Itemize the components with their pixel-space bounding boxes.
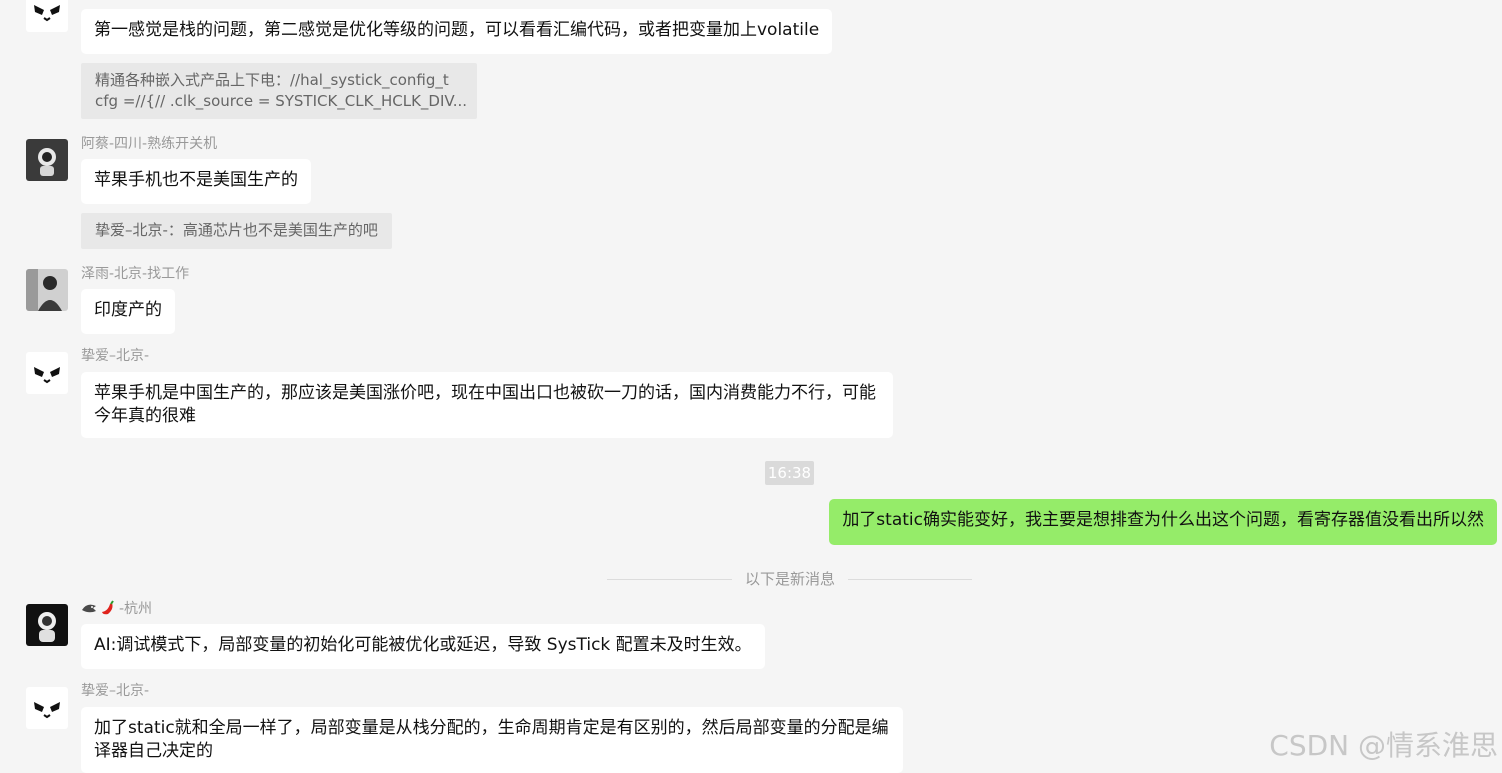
divider-line (848, 579, 972, 580)
sender-name: 挚爱–北京- (81, 683, 150, 699)
message-bubble[interactable]: 苹果手机是中国生产的，那应该是美国涨价吧，现在中国出口也被砍一刀的话，国内消费能… (81, 372, 893, 438)
message-bubble[interactable]: 加了static就和全局一样了，局部变量是从栈分配的，生命周期肯定是有区别的，然… (81, 707, 903, 773)
divider-line (607, 579, 732, 580)
sender-name: 泽雨-北京-找工作 (81, 266, 190, 282)
quote-line: cfg =//{// .clk_source = SYSTICK_CLK_HCL… (95, 92, 468, 110)
sender-name: -杭州 (81, 598, 152, 618)
sender-location: -杭州 (119, 601, 153, 617)
avatar-panda[interactable] (26, 0, 68, 32)
watermark: CSDN @情系淮思 (1269, 729, 1498, 762)
avatar-panda[interactable] (26, 352, 68, 394)
avatar-panda[interactable] (26, 687, 68, 729)
message-bubble[interactable]: AI:调试模式下，局部变量的初始化可能被优化或延迟，导致 SysTick 配置未… (81, 624, 765, 669)
avatar-astronaut[interactable] (26, 604, 68, 646)
quoted-message[interactable]: 挚爱–北京-：高通芯片也不是美国生产的吧 (81, 213, 392, 249)
timestamp-badge: 16:38 (765, 461, 814, 485)
avatar-person[interactable] (26, 269, 68, 311)
quote-line: 精通各种嵌入式产品上下电：//hal_systick_config_t (95, 71, 449, 89)
sender-name: 阿蔡-四川-熟练开关机 (81, 136, 218, 152)
shark-icon (81, 600, 97, 616)
message-bubble[interactable]: 第一感觉是栈的问题，第二感觉是优化等级的问题，可以看看汇编代码，或者把变量加上v… (81, 9, 833, 54)
sender-name: 挚爱–北京- (81, 348, 150, 364)
quoted-message[interactable]: 精通各种嵌入式产品上下电：//hal_systick_config_t cfg … (81, 63, 477, 119)
new-messages-divider: 以下是新消息 (745, 570, 836, 588)
message-bubble[interactable]: 印度产的 (81, 289, 175, 334)
chili-icon (100, 600, 116, 616)
message-bubble[interactable]: 苹果手机也不是美国生产的 (81, 159, 311, 204)
avatar-astronaut[interactable] (26, 139, 68, 181)
message-bubble-self[interactable]: 加了static确实能变好，我主要是想排查为什么出这个问题，看寄存器值没看出所以… (829, 499, 1497, 545)
